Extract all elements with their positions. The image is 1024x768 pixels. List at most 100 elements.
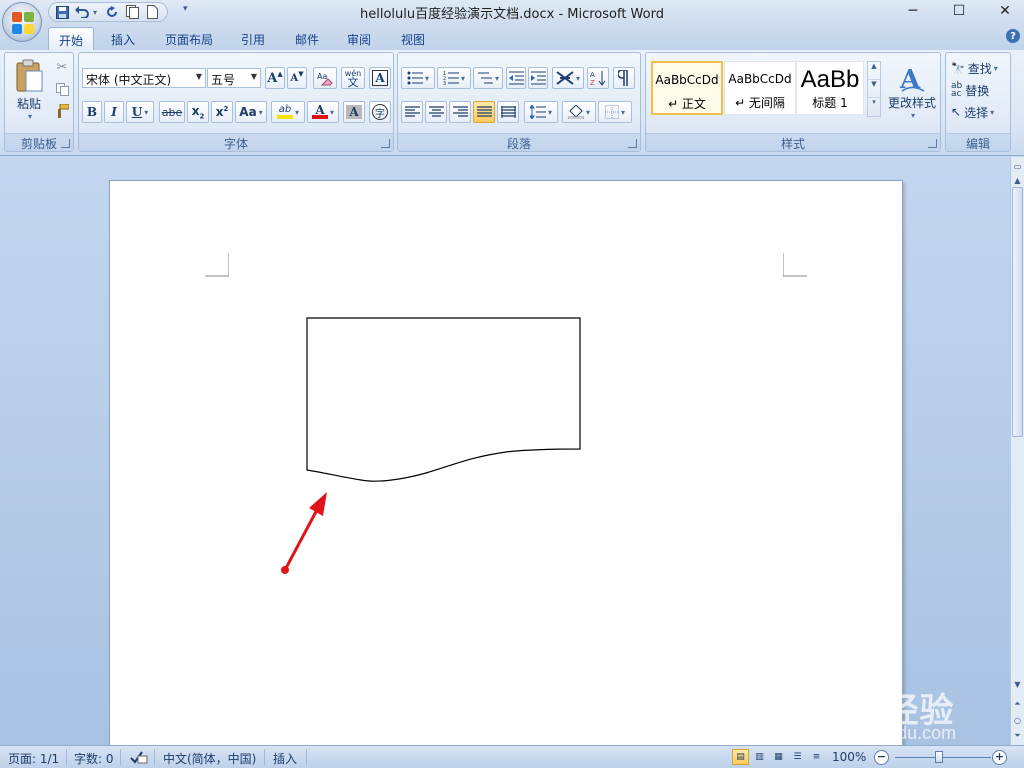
highlight-dropdown-icon[interactable]: ▾ — [295, 108, 299, 117]
next-page-icon[interactable]: ⏷ — [1011, 729, 1024, 743]
paragraph-dialog-launcher-icon[interactable] — [628, 139, 637, 148]
copy-button[interactable] — [53, 79, 71, 99]
font-size-combo[interactable]: 五号 ▼ — [207, 68, 261, 88]
underline-dropdown-icon[interactable]: ▾ — [144, 108, 148, 117]
increase-indent-button[interactable] — [528, 67, 548, 89]
paste-dropdown-icon: ▾ — [27, 112, 32, 121]
change-styles-button[interactable]: A 更改样式 ▾ — [886, 57, 938, 127]
bold-button[interactable]: B — [82, 101, 102, 123]
justify-button[interactable] — [473, 101, 495, 123]
help-icon[interactable]: ? — [1006, 29, 1020, 43]
full-screen-reading-view-icon[interactable]: ▥ — [751, 749, 768, 765]
replace-button[interactable]: ab ac 替换 — [950, 79, 1010, 101]
style-heading-1[interactable]: AaBb 标题 1 — [796, 61, 864, 115]
print-layout-view-icon[interactable]: ▤ — [732, 749, 749, 765]
superscript-button[interactable]: x2 — [211, 101, 233, 123]
change-case-dropdown-icon[interactable]: ▾ — [259, 108, 263, 117]
align-left-button[interactable] — [401, 101, 423, 123]
styles-dialog-launcher-icon[interactable] — [928, 139, 937, 148]
close-button[interactable]: ✕ — [982, 0, 1024, 22]
styles-gallery-scroll: ▲ ▼ ▾ — [867, 61, 881, 117]
minimize-button[interactable]: ─ — [890, 0, 936, 22]
web-layout-view-icon[interactable]: ▦ — [770, 749, 787, 765]
style-no-spacing[interactable]: AaBbCcDd ↵ 无间隔 — [724, 61, 796, 115]
grow-font-button[interactable]: A ▲ — [265, 67, 285, 89]
multilevel-list-button[interactable]: ▾ — [473, 67, 503, 89]
italic-button[interactable]: I — [104, 101, 124, 123]
select-browse-object-icon[interactable]: ○ — [1011, 713, 1024, 727]
tab-references[interactable]: 引用 — [230, 27, 276, 50]
subscript-button[interactable]: x2 — [187, 101, 209, 123]
clipboard-dialog-launcher-icon[interactable] — [61, 139, 70, 148]
scroll-down-icon[interactable]: ▼ — [1011, 677, 1024, 691]
align-right-button[interactable] — [449, 101, 471, 123]
scroll-up-icon[interactable]: ▲ — [1011, 173, 1024, 187]
zoom-out-icon[interactable]: − — [874, 750, 889, 765]
style-normal[interactable]: AaBbCcDd ↵ 正文 — [651, 61, 723, 115]
line-spacing-button[interactable]: ▾ — [524, 101, 558, 123]
language-indicator[interactable]: 中文(简体，中国) — [163, 750, 256, 767]
styles-more-icon[interactable]: ▾ — [868, 98, 880, 116]
outline-view-icon[interactable]: ☰ — [789, 749, 806, 765]
find-button[interactable]: 🔭 查找 ▾ — [950, 57, 1010, 79]
borders-button[interactable]: ▾ — [598, 101, 632, 123]
view-ruler-icon[interactable]: ▭ — [1011, 159, 1024, 173]
tab-insert[interactable]: 插入 — [100, 27, 146, 50]
underline-button[interactable]: U ▾ — [126, 101, 154, 123]
chinese-layout-button[interactable]: ▾ — [552, 67, 584, 89]
zoom-slider-track[interactable] — [895, 757, 991, 758]
style-heading-1-sample: AaBb — [800, 66, 860, 93]
styles-scroll-up-icon[interactable]: ▲ — [868, 62, 880, 80]
decrease-indent-button[interactable] — [506, 67, 526, 89]
office-button[interactable] — [2, 2, 42, 42]
clear-format-button[interactable]: Aa — [313, 67, 337, 89]
previous-page-icon[interactable]: ⏶ — [1011, 697, 1024, 711]
zoom-slider-thumb[interactable] — [935, 751, 943, 763]
paste-button[interactable]: 粘贴 ▾ — [8, 55, 50, 125]
font-name-dropdown-icon[interactable]: ▼ — [196, 72, 202, 81]
show-hide-marks-button[interactable] — [613, 67, 635, 89]
character-shading-button[interactable]: A — [343, 101, 365, 123]
insert-mode[interactable]: 插入 — [273, 750, 297, 767]
document-page[interactable] — [109, 180, 903, 745]
cut-button[interactable]: ✂ — [53, 57, 71, 77]
bullets-button[interactable]: ▾ — [401, 67, 435, 89]
cursor-arrow-icon: ↖ — [951, 105, 962, 119]
shading-button[interactable]: ▾ — [562, 101, 596, 123]
word-count[interactable]: 字数: 0 — [74, 750, 114, 767]
character-border-button[interactable]: A — [369, 67, 391, 89]
page-count[interactable]: 页面: 1/1 — [8, 750, 59, 767]
text-highlight-button[interactable]: ab ▾ — [271, 101, 305, 123]
vertical-scrollbar[interactable]: ▭ ▲ ▼ ⏶ ○ ⏷ — [1010, 157, 1024, 745]
select-button[interactable]: ↖ 选择 ▾ — [950, 101, 1010, 123]
format-painter-button[interactable] — [53, 101, 71, 121]
tab-mailings[interactable]: 邮件 — [284, 27, 330, 50]
title-bar: ▾ ▾ hellolulu百度经验演示文档.docx - Microsoft W… — [0, 0, 1024, 24]
shrink-font-button[interactable]: A ▼ — [287, 67, 307, 89]
scroll-thumb[interactable] — [1012, 187, 1023, 437]
font-color-dropdown-icon[interactable]: ▾ — [330, 108, 334, 117]
sort-button[interactable]: AZ — [587, 67, 609, 89]
distributed-button[interactable] — [497, 101, 519, 123]
zoom-in-icon[interactable]: + — [992, 750, 1007, 765]
document-shape[interactable] — [306, 317, 582, 485]
change-case-button[interactable]: Aa ▾ — [235, 101, 267, 123]
phonetic-guide-button[interactable]: wén 文 — [341, 67, 365, 89]
font-name-combo[interactable]: 宋体 (中文正文) ▼ — [82, 68, 206, 88]
draft-view-icon[interactable]: ≡ — [808, 749, 825, 765]
font-color-button[interactable]: A ▾ — [307, 101, 339, 123]
enclose-characters-button[interactable]: 字 — [369, 101, 391, 123]
font-dialog-launcher-icon[interactable] — [381, 139, 390, 148]
proofing-icon[interactable] — [130, 750, 148, 767]
styles-scroll-down-icon[interactable]: ▼ — [868, 80, 880, 98]
font-size-dropdown-icon[interactable]: ▼ — [251, 72, 257, 81]
tab-page-layout[interactable]: 页面布局 — [158, 27, 220, 50]
strikethrough-button[interactable]: abe — [159, 101, 185, 123]
tab-home[interactable]: 开始 — [48, 27, 94, 50]
align-center-button[interactable] — [425, 101, 447, 123]
numbering-button[interactable]: 1 2 3 ▾ — [437, 67, 471, 89]
tab-review[interactable]: 审阅 — [336, 27, 382, 50]
maximize-button[interactable]: ☐ — [936, 0, 982, 22]
zoom-level[interactable]: 100% — [832, 750, 866, 764]
tab-view[interactable]: 视图 — [390, 27, 436, 50]
